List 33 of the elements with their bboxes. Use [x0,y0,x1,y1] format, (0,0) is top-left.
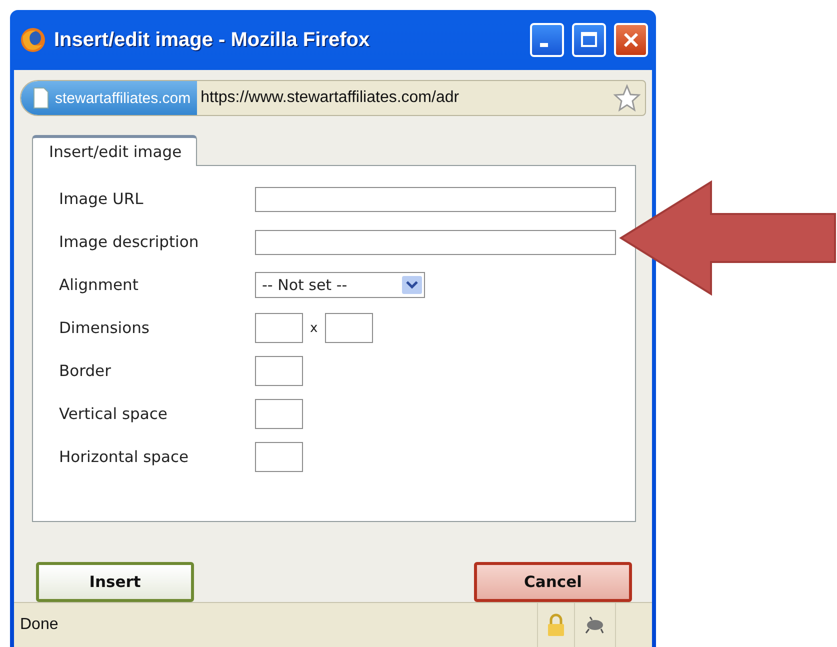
minimize-button[interactable] [530,23,564,57]
width-field[interactable] [255,313,303,343]
number-field[interactable] [255,442,303,472]
minimize-icon [540,43,548,47]
field-label: Image description [59,233,200,251]
field-label: Border [59,362,112,380]
tab[interactable]: Insert/edit image [32,135,197,166]
text-field[interactable] [255,186,616,212]
field-label: Vertical space [59,405,168,423]
address-bar[interactable]: stewartaffiliates.com https://www.stewartaffiliates.com/adr [20,80,646,116]
field-label: Image URL [59,190,144,208]
page-icon [33,87,49,109]
times-sign: x [310,320,318,336]
field-label: Dimensions [59,319,150,337]
number-field[interactable] [255,356,303,386]
close-icon [622,31,640,49]
text-field[interactable] [255,230,616,254]
field-label: Horizontal space [59,448,190,466]
browser-logo-icon [20,27,46,53]
maximize-icon [580,31,598,49]
padlock-icon [546,613,566,637]
number-field[interactable] [255,399,303,429]
star-icon[interactable] [613,84,641,112]
dropdown[interactable]: -- Not set -- [255,272,425,298]
insert-button[interactable]: Insert [36,562,194,602]
status-text: Done [20,616,60,634]
field-label: Alignment [59,276,140,294]
cancel-button[interactable]: Cancel [474,562,632,602]
url-text: https://www.stewartaffiliates.com/adr [200,89,460,107]
window-title: Insert/edit image - Mozilla Firefox [54,28,371,52]
maximize-button[interactable] [572,23,606,57]
height-field[interactable] [324,313,373,343]
close-button[interactable] [614,23,648,57]
